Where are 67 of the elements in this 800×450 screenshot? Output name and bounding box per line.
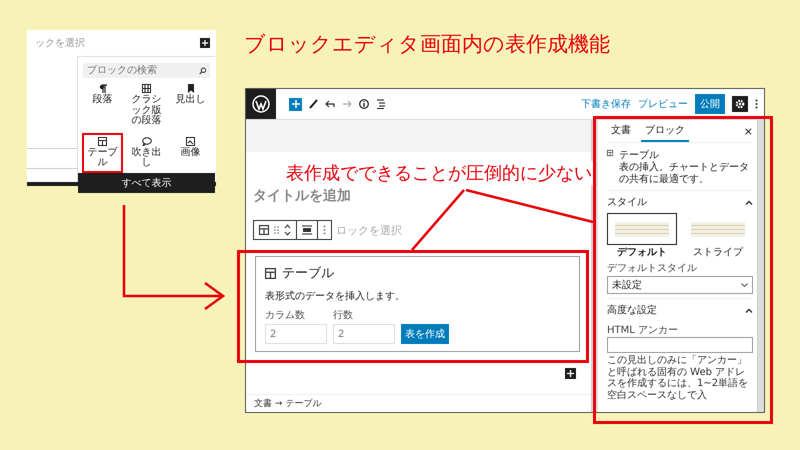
row-count-field[interactable]: 2 bbox=[333, 324, 395, 344]
block-item[interactable]: 画像 bbox=[170, 132, 211, 172]
bookmark-icon bbox=[186, 84, 194, 93]
search-field[interactable]: ブロックの検索 bbox=[83, 63, 210, 78]
anchor-field[interactable] bbox=[607, 337, 753, 353]
speech-bubble-icon bbox=[142, 136, 152, 146]
add-block-button[interactable] bbox=[565, 368, 576, 379]
plus-icon[interactable] bbox=[200, 38, 210, 48]
scrollbar[interactable] bbox=[757, 120, 764, 412]
field-label: HTML アンカー bbox=[607, 324, 680, 337]
block-item[interactable]: 段落 bbox=[82, 80, 123, 130]
image-icon bbox=[186, 136, 195, 146]
drag-handle-icon[interactable] bbox=[274, 226, 279, 234]
settings-icon bbox=[735, 99, 745, 109]
field-label: カラム数 bbox=[265, 309, 306, 322]
section-title: スタイル bbox=[607, 196, 647, 209]
publish-button[interactable]: 公開 bbox=[695, 94, 725, 114]
column-count-field[interactable]: 2 bbox=[265, 324, 327, 344]
block-title: テーブル bbox=[282, 265, 334, 282]
block-name: テーブル bbox=[619, 148, 660, 162]
settings-button[interactable] bbox=[732, 96, 748, 112]
pencil-icon[interactable] bbox=[309, 99, 318, 109]
section-title: 高度な設定 bbox=[607, 304, 657, 317]
align-icon[interactable] bbox=[302, 225, 312, 235]
block-item[interactable]: クラシック版の段落 bbox=[126, 80, 167, 130]
save-draft-link[interactable]: 下書き保存 bbox=[581, 97, 631, 111]
block-item[interactable]: テーブル bbox=[82, 132, 123, 172]
move-arrows-icon[interactable] bbox=[284, 224, 291, 236]
block-description: 表の挿入。チャートとデータの共有に最適です。 bbox=[619, 162, 750, 185]
info-icon[interactable] bbox=[359, 99, 369, 109]
create-table-button[interactable]: 表を作成 bbox=[401, 324, 449, 344]
style-preview[interactable] bbox=[607, 213, 677, 245]
close-button[interactable]: × bbox=[744, 124, 753, 138]
sidebar-tab[interactable]: 文書 bbox=[607, 120, 635, 142]
hint-text: ックを選択 bbox=[35, 37, 85, 50]
breadcrumb: 文書 → テーブル bbox=[246, 394, 591, 412]
sidebar-tab[interactable]: ブロック bbox=[641, 120, 689, 142]
show-all-button[interactable]: すべて表示 bbox=[78, 172, 215, 192]
list-icon[interactable] bbox=[376, 99, 386, 109]
more-icon[interactable] bbox=[755, 99, 758, 109]
chevron-icon bbox=[741, 283, 748, 287]
table-icon[interactable] bbox=[259, 225, 269, 235]
block-item[interactable]: 見出し bbox=[170, 80, 211, 130]
hint-text: ロックを選択 bbox=[336, 222, 402, 238]
style-label: デフォルト bbox=[617, 246, 667, 259]
search-icon bbox=[198, 66, 206, 74]
section-header[interactable]: スタイル bbox=[607, 191, 753, 213]
field-label: 行数 bbox=[333, 309, 354, 322]
style-label: ストライプ bbox=[693, 246, 743, 259]
table-icon bbox=[265, 268, 276, 278]
undo-icon[interactable] bbox=[325, 100, 335, 108]
help-text: この見出しのみに「アンカー」と呼ばれる固有の Web アドレスを作成するには、1~2単語を空白スペースなしで入 bbox=[607, 355, 750, 401]
paragraph-icon bbox=[98, 84, 106, 93]
table-icon bbox=[607, 148, 614, 158]
field-label: デフォルトスタイル bbox=[607, 262, 698, 275]
default-style-select[interactable]: 未設定 bbox=[607, 276, 753, 294]
table-icon bbox=[98, 136, 107, 146]
callout-text: 表作成でできることが圧倒的に少ない bbox=[284, 161, 594, 185]
heading: ブロックエディタ画面内の表作成機能 bbox=[244, 31, 610, 58]
block-description: 表形式のデータを挿入します。 bbox=[265, 290, 406, 303]
plus-icon bbox=[292, 100, 300, 108]
plus-icon bbox=[567, 370, 574, 377]
grid-icon bbox=[142, 84, 151, 93]
logo-icon[interactable] bbox=[246, 89, 276, 119]
section-header[interactable]: 高度な設定 bbox=[607, 298, 753, 321]
block-item[interactable]: 吹き出し bbox=[126, 132, 167, 172]
preview-link[interactable]: プレビュー bbox=[638, 97, 688, 111]
